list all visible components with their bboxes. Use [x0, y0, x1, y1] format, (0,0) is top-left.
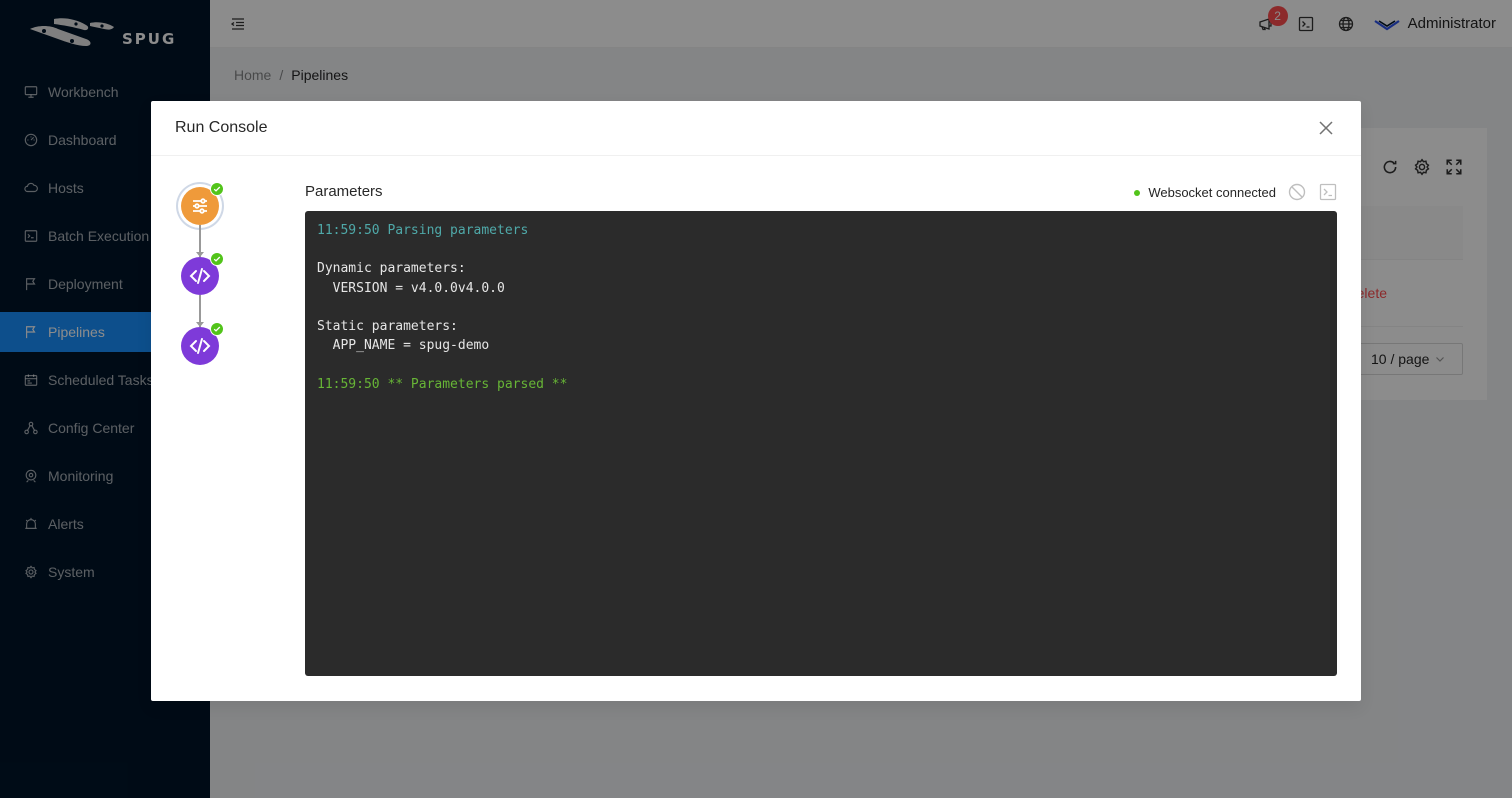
check-icon — [210, 252, 224, 266]
close-icon[interactable] — [1315, 117, 1337, 139]
console-line: Static parameters: — [317, 319, 458, 335]
console-line: ​ — [317, 355, 1325, 374]
step-connector — [196, 225, 204, 257]
check-icon — [210, 322, 224, 336]
step-connector — [196, 295, 204, 327]
websocket-status: Websocket connected — [1134, 185, 1276, 200]
terminal-icon[interactable] — [1319, 183, 1337, 201]
stop-icon[interactable] — [1288, 183, 1306, 201]
console-line: ​ — [317, 240, 1325, 259]
step-parameters[interactable] — [181, 182, 224, 225]
console-line: VERSION = v4.0.0v4.0.0 — [317, 280, 505, 296]
console-line: ​ — [317, 298, 1325, 317]
websocket-status-text: Websocket connected — [1148, 185, 1276, 200]
code-icon — [189, 268, 211, 284]
pipeline-steps — [181, 182, 224, 365]
panel-title: Parameters — [305, 183, 383, 200]
status-dot — [1134, 189, 1141, 196]
console-line: 11:59:50 ** Parameters parsed ** — [317, 376, 568, 392]
check-icon — [210, 182, 224, 196]
console-output[interactable]: 11:59:50 Parsing parameters ​ Dynamic para… — [305, 211, 1337, 676]
modal-header: Run Console — [151, 101, 1361, 156]
parameters-icon — [193, 198, 207, 214]
console-line: Dynamic parameters: — [317, 261, 466, 277]
run-console-modal: Run Console Parameters Websocket connect… — [151, 101, 1361, 701]
step-code-2[interactable] — [181, 322, 224, 365]
step-code-1[interactable] — [181, 252, 224, 295]
console-line: 11:59:50 Parsing parameters — [317, 223, 529, 238]
console-line: APP_NAME = spug-demo — [317, 338, 490, 354]
modal-title: Run Console — [175, 119, 268, 136]
code-icon — [189, 338, 211, 354]
